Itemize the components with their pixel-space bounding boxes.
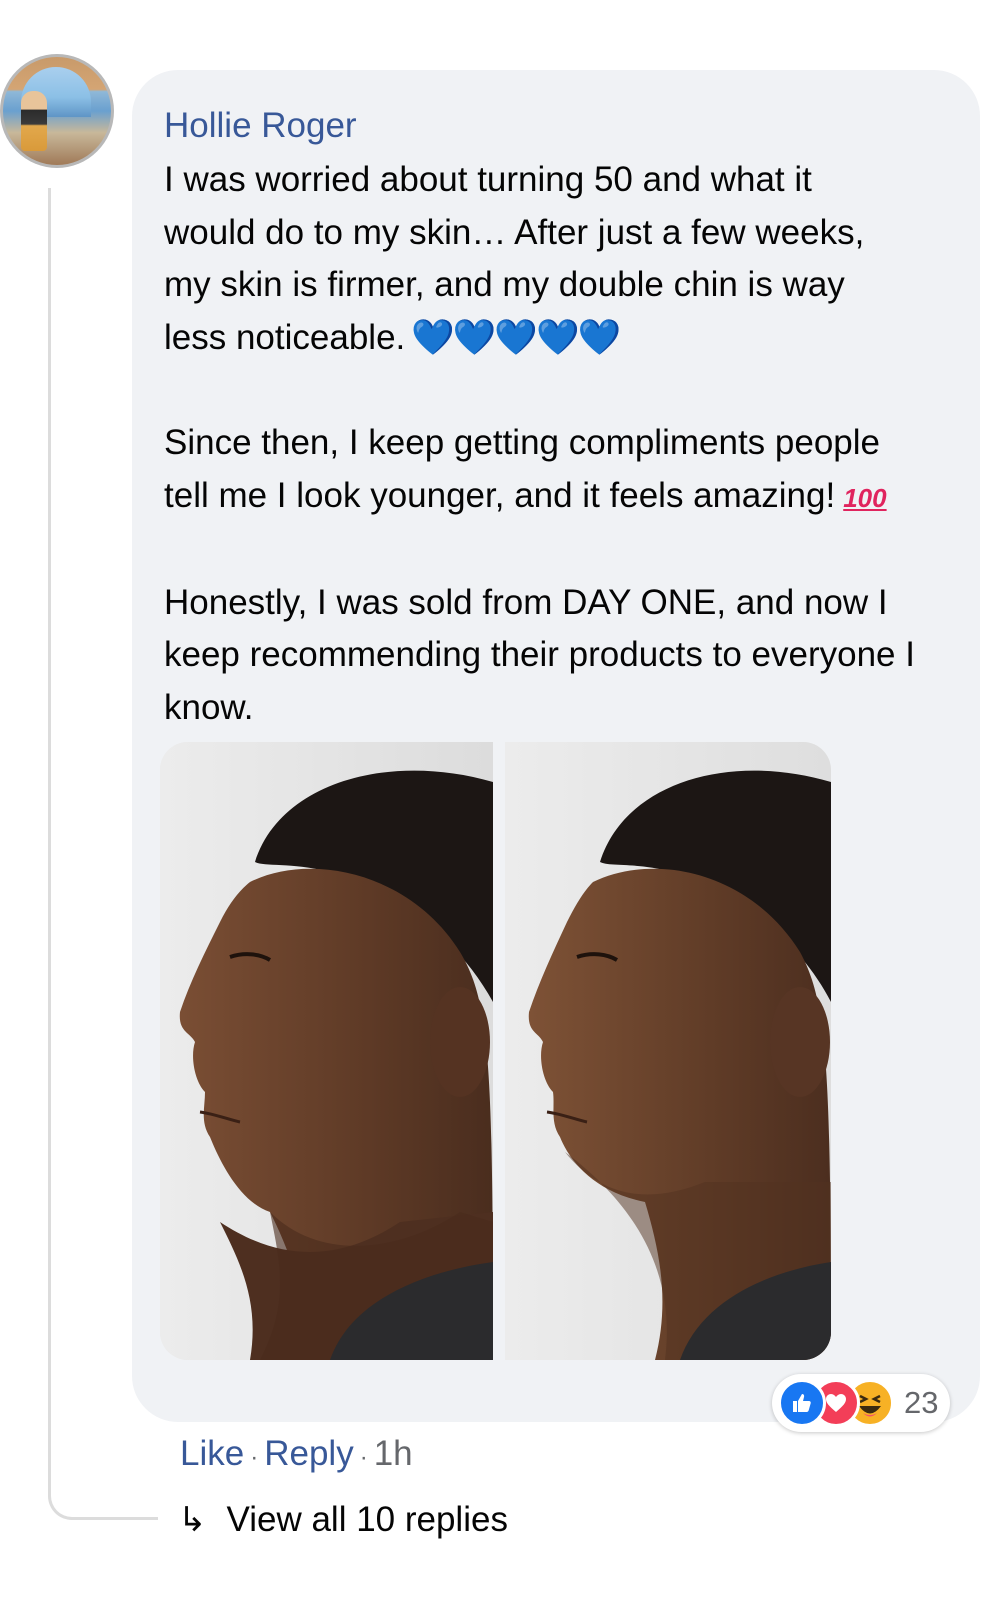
reaction-count: 23 xyxy=(904,1385,939,1420)
view-replies-label: View all 10 replies xyxy=(226,1500,508,1539)
comment-paragraph: Honestly, I was sold from DAY ONE, and n… xyxy=(164,577,964,735)
action-separator: · xyxy=(359,1444,368,1471)
like-icon xyxy=(778,1379,826,1427)
before-photo[interactable] xyxy=(160,742,493,1360)
comment-author[interactable]: Hollie Roger xyxy=(164,106,357,146)
hundred-points-emoji: 100 xyxy=(843,482,887,513)
comment-body: I was worried about turning 50 and what … xyxy=(164,154,964,735)
comment-paragraph: I was worried about turning 50 and what … xyxy=(164,154,964,364)
action-separator: · xyxy=(250,1444,259,1471)
after-photo[interactable] xyxy=(505,742,831,1360)
comment-timestamp[interactable]: 1h xyxy=(374,1434,413,1473)
like-link[interactable]: Like xyxy=(180,1434,244,1473)
paragraph-text: Since then, I keep getting compliments p… xyxy=(164,422,880,515)
face-profile-illustration xyxy=(505,742,831,1360)
avatar-image xyxy=(3,57,111,165)
comment-paragraph: Since then, I keep getting compliments p… xyxy=(164,417,964,524)
avatar[interactable] xyxy=(0,54,114,168)
view-replies-link[interactable]: ↳ View all 10 replies xyxy=(178,1500,508,1540)
reactions-summary[interactable]: 23 xyxy=(772,1374,951,1432)
reply-arrow-icon: ↳ xyxy=(178,1500,207,1540)
blue-hearts-emoji: 💙💙💙💙💙 xyxy=(411,317,621,357)
paragraph-text: Honestly, I was sold from DAY ONE, and n… xyxy=(164,582,915,727)
reply-link[interactable]: Reply xyxy=(264,1434,353,1473)
face-profile-illustration xyxy=(160,742,493,1360)
comment-actions: Like · Reply · 1h xyxy=(180,1434,413,1474)
avatar-person xyxy=(21,91,47,151)
